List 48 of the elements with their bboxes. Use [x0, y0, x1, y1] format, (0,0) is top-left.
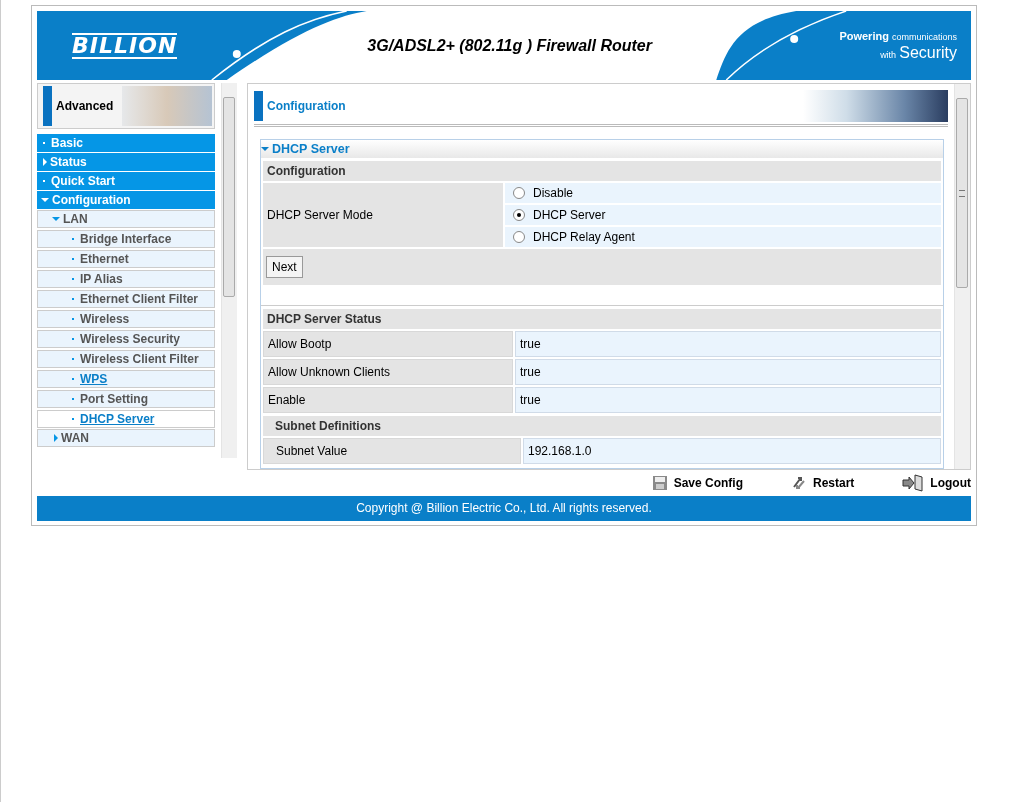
table-heading: Configuration — [263, 161, 941, 181]
table-cell: Enable — [263, 387, 513, 413]
scrollbar[interactable] — [954, 84, 970, 469]
menu-item[interactable]: WAN — [37, 429, 215, 447]
router-title: 3G/ADSL2+ (802.11g ) Firewall Router — [367, 36, 652, 55]
radio-option[interactable]: DHCP Server — [505, 205, 941, 225]
menu-item[interactable]: Ethernet Client Filter — [37, 290, 215, 308]
table-heading: Subnet Definitions — [263, 416, 941, 436]
radio-button[interactable] — [513, 231, 525, 243]
scrollbar[interactable] — [221, 83, 237, 458]
menu-item[interactable]: LAN — [37, 210, 215, 228]
footer-action[interactable]: Save Config — [651, 475, 743, 491]
advanced-heading: Advanced — [56, 99, 114, 113]
accent-bar — [254, 91, 263, 121]
radio-option[interactable]: DHCP Relay Agent — [505, 227, 941, 247]
table-cell: Allow Unknown Clients — [263, 359, 513, 385]
menu-item[interactable]: DHCP Server — [37, 410, 215, 428]
section-header[interactable]: DHCP Server — [261, 140, 943, 158]
table-cell: true — [515, 387, 941, 413]
footer-action[interactable]: Restart — [791, 475, 855, 491]
table-cell: DHCP Server Mode — [263, 183, 503, 247]
footer-action[interactable]: Logout — [902, 474, 971, 492]
table-cell: true — [515, 331, 941, 357]
table-cell: true — [515, 359, 941, 385]
table-cell: 192.168.1.0 — [523, 438, 941, 464]
copyright-bar: Copyright @ Billion Electric Co., Ltd. All rights reserved. — [37, 496, 971, 521]
radio-button[interactable] — [513, 209, 525, 221]
radio-option[interactable]: Disable — [505, 183, 941, 203]
page-title: Configuration — [267, 99, 346, 113]
save-icon — [651, 475, 668, 491]
menu-item[interactable]: Wireless Client Filter — [37, 350, 215, 368]
table-cell: Allow Bootp — [263, 331, 513, 357]
logout-icon — [902, 474, 925, 492]
menu-item[interactable]: Wireless Security — [37, 330, 215, 348]
restart-icon — [791, 475, 807, 491]
radio-button[interactable] — [513, 187, 525, 199]
menu-item[interactable]: Wireless — [37, 310, 215, 328]
table-heading: DHCP Server Status — [263, 309, 941, 329]
menu-item[interactable]: Port Setting — [37, 390, 215, 408]
menu-item[interactable]: WPS — [37, 370, 215, 388]
slogan: Powering communications with Security — [839, 28, 957, 63]
next-button[interactable]: Next — [266, 256, 303, 278]
accent-bar — [43, 86, 52, 126]
menu-item[interactable]: Bridge Interface — [37, 230, 215, 248]
table-cell: Subnet Value — [263, 438, 521, 464]
menu-item[interactable]: IP Alias — [37, 270, 215, 288]
logo: BILLION — [72, 32, 178, 59]
menu-item[interactable]: Ethernet — [37, 250, 215, 268]
